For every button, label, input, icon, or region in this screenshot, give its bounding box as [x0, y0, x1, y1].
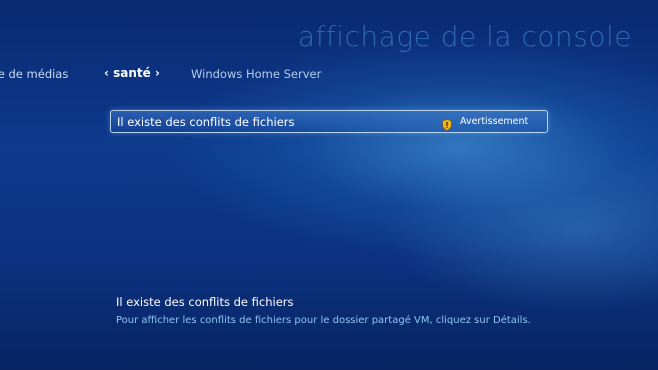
page-title: affichage de la console — [297, 20, 632, 53]
list-item[interactable]: Il existe des conflits de fichiers Avert… — [110, 110, 548, 133]
details-description: Pour afficher les conflits de fichiers p… — [116, 315, 531, 326]
nav-current-category[interactable]: ‹ santé › — [104, 66, 160, 80]
list-item-label: Il existe des conflits de fichiers — [117, 115, 295, 129]
nav-current-label: santé — [113, 66, 151, 80]
status-badge: Avertissement — [460, 116, 529, 127]
chevron-right-icon[interactable]: › — [155, 66, 160, 80]
shield-warning-icon — [442, 116, 452, 131]
nav-next-category[interactable]: Windows Home Server — [191, 67, 321, 81]
category-nav: bre de médias ‹ santé › Windows Home Ser… — [0, 66, 658, 85]
chevron-left-icon[interactable]: ‹ — [104, 66, 109, 80]
nav-prev-category[interactable]: bre de médias — [0, 67, 68, 81]
details-title: Il existe des conflits de fichiers — [116, 295, 294, 309]
